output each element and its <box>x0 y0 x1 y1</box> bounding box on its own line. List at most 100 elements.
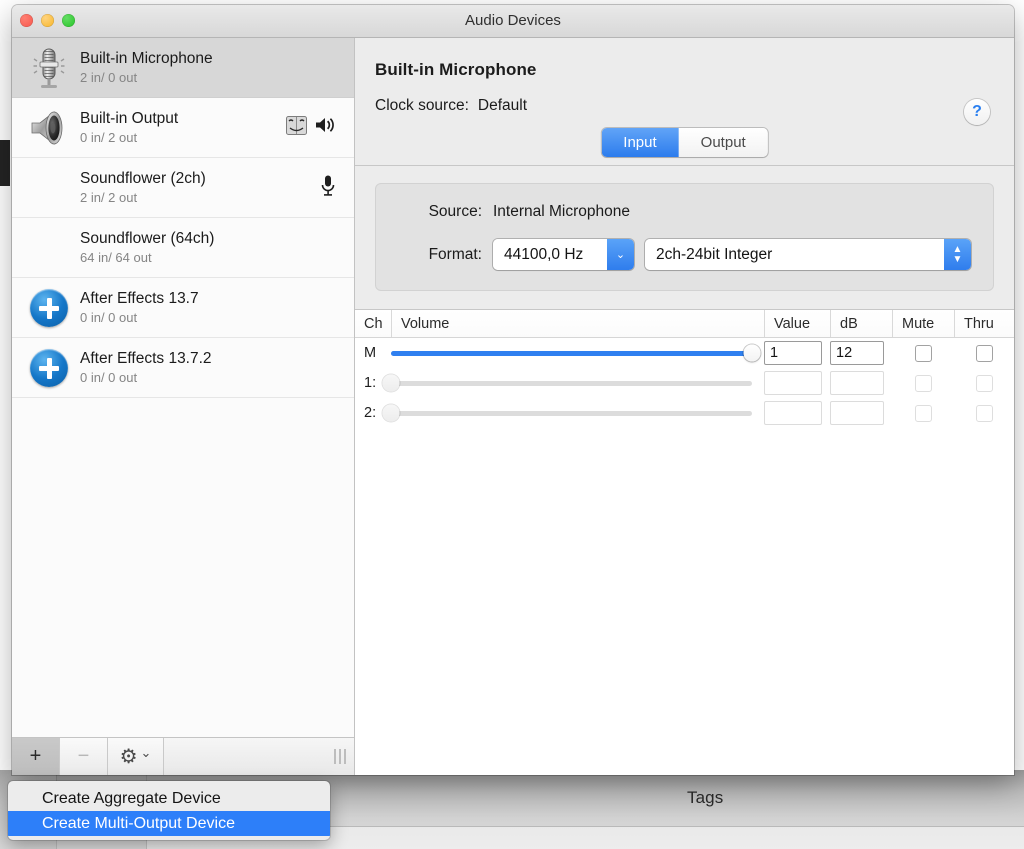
db-input-channel-1[interactable] <box>830 371 884 395</box>
device-list-item-after-effects-13-7[interactable]: After Effects 13.7 0 in/ 0 out <box>12 278 354 338</box>
plus-circle-icon <box>26 285 72 331</box>
thru-checkbox-master[interactable] <box>975 344 993 362</box>
db-input-master[interactable]: 12 <box>830 341 884 365</box>
device-io: 2 in/ 2 out <box>80 189 138 205</box>
device-list-toolbar: + − ⚙ ⌄ <box>12 737 354 775</box>
plus-circle-icon <box>26 345 72 391</box>
value-input-channel-1[interactable] <box>764 371 822 395</box>
menu-item-create-multi-output-device[interactable]: Create Multi-Output Device <box>8 811 330 836</box>
column-header-thru: Thru <box>954 310 1014 337</box>
device-list-item-text: Soundflower (2ch) 2 in/ 2 out <box>80 169 206 207</box>
device-io: 2 in/ 0 out <box>80 69 138 85</box>
device-list-item-after-effects-13-7-2[interactable]: After Effects 13.7.2 0 in/ 0 out <box>12 338 354 398</box>
device-name: Built-in Microphone <box>80 49 213 67</box>
slider-track <box>391 344 761 362</box>
sound-output-icon <box>314 116 336 139</box>
gear-icon: ⚙ <box>119 746 138 768</box>
device-actions-button[interactable]: ⚙ ⌄ <box>108 738 164 775</box>
input-output-segmented-control: Input Output <box>601 128 768 157</box>
device-list-item-built-in-microphone[interactable]: Built-in Microphone 2 in/ 0 out <box>12 38 354 98</box>
slider-track <box>382 374 752 392</box>
table-row: 2: <box>355 398 1014 428</box>
thru-cell <box>954 344 1014 362</box>
volume-slider-channel-1[interactable] <box>382 368 764 398</box>
device-list-item-soundflower-64ch[interactable]: Soundflower (64ch) 64 in/ 64 out <box>12 218 354 278</box>
clock-source-value: Default <box>477 97 528 114</box>
menu-item-create-aggregate-device[interactable]: Create Aggregate Device <box>8 786 330 811</box>
stepper-up-icon: ▲ <box>952 243 963 255</box>
device-detail-pane: Built-in Microphone Clock source: Default… <box>355 38 1014 775</box>
add-device-button[interactable]: + <box>12 738 60 775</box>
device-io: 0 in/ 2 out <box>80 129 138 145</box>
device-icon-placeholder <box>26 165 72 211</box>
thru-checkbox-channel-1[interactable] <box>975 374 993 392</box>
format-section: Source: Internal Microphone Format: 4410… <box>355 166 1014 291</box>
slider-knob[interactable] <box>382 374 400 392</box>
add-device-context-menu: Create Aggregate Device Create Multi-Out… <box>8 781 330 840</box>
thru-cell <box>954 374 1014 392</box>
mute-cell <box>892 344 954 362</box>
chevron-down-icon: ⌄ <box>140 744 152 760</box>
thru-checkbox-channel-2[interactable] <box>975 404 993 422</box>
device-name: Soundflower (2ch) <box>80 169 206 187</box>
device-badges <box>286 115 336 140</box>
slider-knob[interactable] <box>743 344 761 362</box>
format-label: Format: <box>428 245 482 263</box>
device-list-panel: Built-in Microphone 2 in/ 0 out Built-in… <box>12 38 355 775</box>
device-list-item-text: Soundflower (64ch) 64 in/ 64 out <box>80 229 214 267</box>
mute-cell <box>892 404 954 422</box>
column-header-db: dB <box>830 310 892 337</box>
tab-output[interactable]: Output <box>678 128 768 157</box>
mute-checkbox-master[interactable] <box>914 344 932 362</box>
format-row: Format: 44100,0 Hz ⌄ 2ch-24bit Integer ▲… <box>398 239 971 270</box>
background-dark-strip <box>0 140 10 186</box>
device-list-item-text: Built-in Microphone 2 in/ 0 out <box>80 49 213 87</box>
device-detail-header: Built-in Microphone Clock source: Default… <box>355 38 1014 165</box>
device-badges <box>320 174 336 201</box>
device-name: Built-in Output <box>80 109 179 127</box>
help-button[interactable]: ? <box>964 99 990 125</box>
device-name: After Effects 13.7 <box>80 289 199 307</box>
table-row: M 1 12 <box>355 338 1014 368</box>
source-value: Internal Microphone <box>493 203 630 220</box>
mute-checkbox-channel-1[interactable] <box>914 374 932 392</box>
stepper-arrows-icon[interactable]: ▲ ▼ <box>944 239 971 270</box>
value-cell: 1 <box>764 341 830 365</box>
window-title: Audio Devices <box>465 12 561 29</box>
device-icon-placeholder <box>26 225 72 271</box>
mute-checkbox-channel-2[interactable] <box>914 404 932 422</box>
db-cell: 12 <box>830 341 892 365</box>
value-input-channel-2[interactable] <box>764 401 822 425</box>
device-list-item-text: After Effects 13.7 0 in/ 0 out <box>80 289 199 327</box>
background-tags-label: Tags <box>687 788 724 807</box>
resize-grip[interactable] <box>334 749 346 764</box>
device-name: After Effects 13.7.2 <box>80 349 212 367</box>
sample-rate-dropdown[interactable]: 44100,0 Hz ⌄ <box>493 239 634 270</box>
value-cell <box>764 371 830 395</box>
device-list-item-built-in-output[interactable]: Built-in Output 0 in/ 2 out <box>12 98 354 158</box>
value-input-master[interactable]: 1 <box>764 341 822 365</box>
channel-table-header: Ch Volume Value dB Mute Thru <box>355 310 1014 338</box>
channel-label: M <box>364 345 377 361</box>
device-io: 0 in/ 0 out <box>80 309 138 325</box>
value-cell <box>764 401 830 425</box>
window-titlebar[interactable]: Audio Devices <box>12 5 1014 38</box>
bit-format-stepper[interactable]: 2ch-24bit Integer ▲ ▼ <box>645 239 971 270</box>
db-input-channel-2[interactable] <box>830 401 884 425</box>
table-row: 1: <box>355 368 1014 398</box>
finder-face-icon <box>286 115 307 140</box>
remove-device-button[interactable]: − <box>60 738 108 775</box>
device-list-item-soundflower-2ch[interactable]: Soundflower (2ch) 2 in/ 2 out <box>12 158 354 218</box>
slider-knob[interactable] <box>382 404 400 422</box>
column-header-ch: Ch <box>364 315 383 332</box>
speaker-icon <box>26 105 72 151</box>
toolbar-filler <box>164 738 354 775</box>
tab-input[interactable]: Input <box>601 128 679 157</box>
slider-fill <box>391 350 752 356</box>
sound-input-icon <box>320 174 336 201</box>
clock-source-row: Clock source: Default <box>375 97 1014 115</box>
column-header-mute: Mute <box>892 310 954 337</box>
volume-slider-channel-2[interactable] <box>382 398 764 428</box>
volume-slider-master[interactable] <box>391 338 764 368</box>
page-title: Built-in Microphone <box>375 60 537 79</box>
